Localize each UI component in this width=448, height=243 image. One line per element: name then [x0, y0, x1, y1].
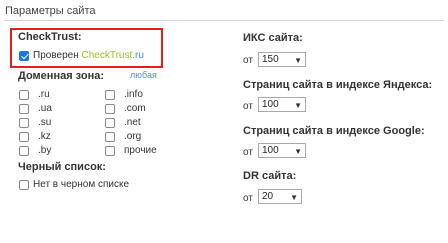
checktrust-heading: CheckTrust: — [18, 31, 82, 43]
google-pages-from-label: от — [243, 147, 253, 158]
checktrust-brand-suffix: .ru — [132, 50, 144, 61]
dr-heading: DR сайта: — [243, 170, 297, 182]
chevron-down-icon: ▼ — [294, 56, 302, 65]
google-pages-select[interactable]: 100 ▼ — [258, 143, 306, 158]
chevron-down-icon: ▼ — [290, 193, 298, 202]
domain-label-ua: .ua — [38, 103, 52, 114]
domain-label-su: .su — [38, 117, 52, 128]
domain-label-info: .info — [124, 89, 143, 100]
checktrust-option[interactable]: Проверен CheckTrust.ru — [33, 50, 144, 61]
dr-select[interactable]: 20 ▼ — [258, 189, 302, 204]
domain-any-link[interactable]: любая — [130, 70, 157, 80]
blacklist-heading: Черный список: — [18, 161, 106, 173]
iks-from-label: от — [243, 55, 253, 66]
yandex-pages-select[interactable]: 100 ▼ — [258, 97, 306, 112]
domain-label-org: .org — [124, 131, 142, 142]
domain-checkbox-com[interactable] — [105, 104, 115, 114]
chevron-down-icon: ▼ — [294, 101, 302, 110]
yandex-pages-heading: Страниц сайта в индексе Яндекса: — [243, 79, 433, 91]
domain-checkbox-org[interactable] — [105, 132, 115, 142]
domain-checkbox-net[interactable] — [105, 118, 115, 128]
chevron-down-icon: ▼ — [294, 147, 302, 156]
dr-value: 20 — [262, 191, 274, 202]
google-pages-value: 100 — [262, 145, 279, 156]
domain-checkbox-other[interactable] — [105, 146, 115, 156]
domain-zone-heading: Доменная зона: — [18, 70, 105, 82]
checktrust-label: Проверен — [33, 50, 79, 61]
domain-checkbox-by[interactable] — [19, 146, 29, 156]
section-title: Параметры сайта — [5, 5, 96, 17]
domain-label-com: .com — [124, 103, 146, 114]
blacklist-checkbox[interactable] — [19, 180, 29, 190]
domain-checkbox-kz[interactable] — [19, 132, 29, 142]
iks-select[interactable]: 150 ▼ — [258, 52, 306, 67]
domain-label-by: .by — [38, 145, 52, 156]
yandex-pages-value: 100 — [262, 99, 279, 110]
domain-label-kz: .kz — [38, 131, 51, 142]
blacklist-label: Нет в черном списке — [33, 179, 130, 190]
checktrust-brand: CheckTrust — [81, 50, 133, 61]
iks-value: 150 — [262, 54, 279, 65]
domain-label-other: прочие — [124, 145, 157, 156]
domain-checkbox-su[interactable] — [19, 118, 29, 128]
domain-checkbox-ua[interactable] — [19, 104, 29, 114]
iks-heading: ИКС сайта: — [243, 32, 303, 44]
dr-from-label: от — [243, 193, 253, 204]
domain-checkbox-ru[interactable] — [19, 90, 29, 100]
checktrust-checkbox[interactable] — [19, 51, 29, 61]
yandex-pages-from-label: от — [243, 101, 253, 112]
title-divider — [4, 20, 444, 21]
domain-label-ru: .ru — [38, 89, 50, 100]
domain-label-net: .net — [124, 117, 141, 128]
domain-checkbox-info[interactable] — [105, 90, 115, 100]
google-pages-heading: Страниц сайта в индексе Google: — [243, 125, 425, 137]
